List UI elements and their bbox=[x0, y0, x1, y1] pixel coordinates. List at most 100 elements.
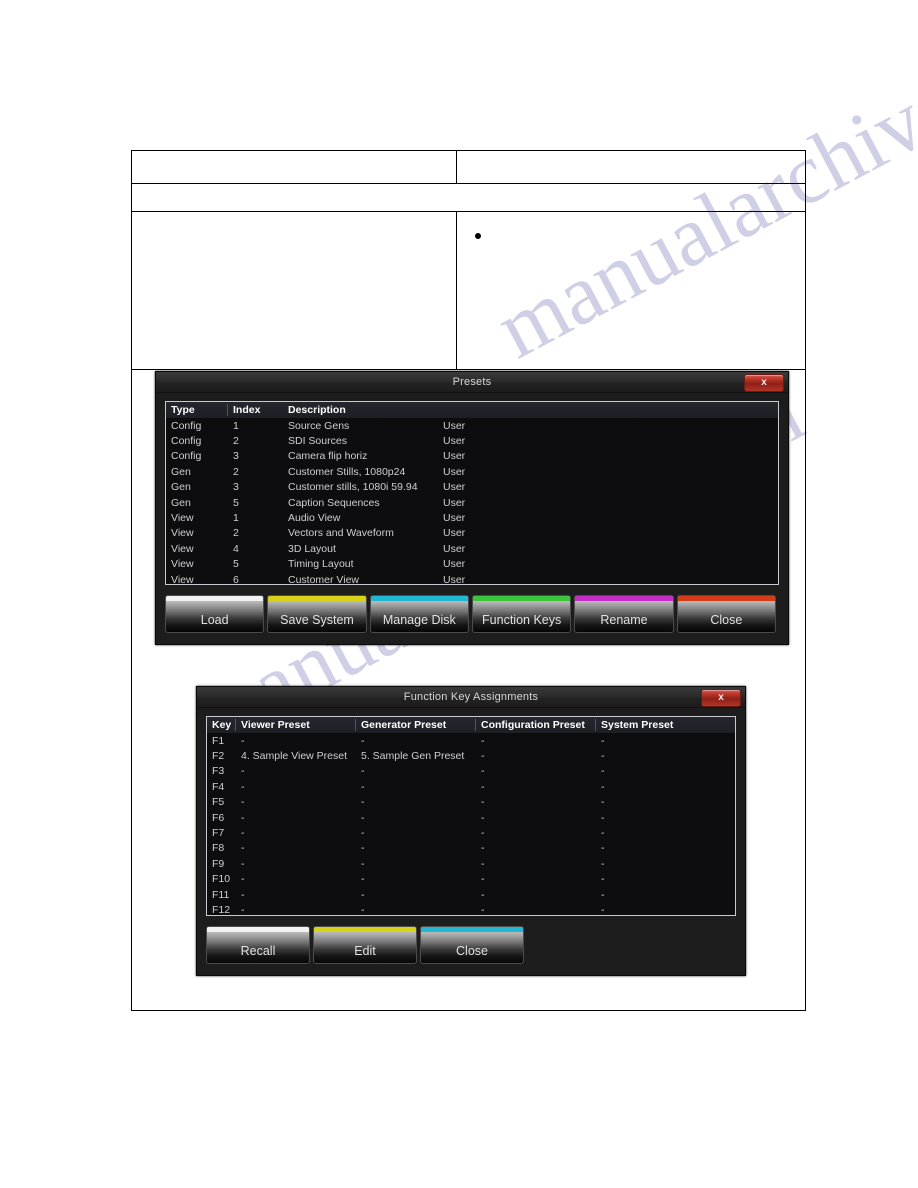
preset-list-item[interactable]: View 6 Customer View User bbox=[166, 572, 778, 585]
function-keys-list[interactable]: Key Viewer Preset Generator Preset Confi… bbox=[206, 716, 736, 916]
save-system-button[interactable]: Save System bbox=[267, 595, 367, 633]
function-key-configuration-preset: - bbox=[481, 842, 485, 855]
preset-list-item[interactable]: View 2 Vectors and Waveform User bbox=[166, 526, 778, 541]
function-key-list-item[interactable]: F8 - - - - bbox=[207, 841, 735, 856]
table-row bbox=[131, 183, 806, 212]
button-color-strip bbox=[421, 927, 523, 932]
preset-index: 2 bbox=[233, 465, 239, 478]
preset-description: Vectors and Waveform bbox=[288, 527, 394, 540]
function-keys-button[interactable]: Function Keys bbox=[471, 595, 572, 633]
close-button[interactable]: Close bbox=[420, 926, 524, 964]
preset-type: View bbox=[171, 542, 194, 555]
preset-list-item[interactable]: Gen 5 Caption Sequences User bbox=[166, 495, 778, 510]
presets-dialog-titlebar[interactable]: Presets x bbox=[156, 372, 788, 393]
function-keys-dialog-title: Function Key Assignments bbox=[403, 691, 539, 703]
preset-description: Customer stills, 1080i 59.94 bbox=[288, 481, 418, 494]
preset-index: 5 bbox=[233, 558, 239, 571]
preset-owner: User bbox=[443, 558, 466, 571]
preset-list-item[interactable]: View 4 3D Layout User bbox=[166, 541, 778, 556]
preset-description: Timing Layout bbox=[288, 558, 354, 571]
preset-description: Camera flip horiz bbox=[288, 450, 368, 463]
preset-list-item[interactable]: Config 1 Source Gens User bbox=[166, 418, 778, 433]
preset-list-item[interactable]: Gen 3 Customer stills, 1080i 59.94 User bbox=[166, 480, 778, 495]
function-key-system-preset: - bbox=[601, 734, 605, 747]
function-key-name: F8 bbox=[212, 842, 225, 855]
preset-index: 2 bbox=[233, 435, 239, 448]
button-bar-spacer bbox=[527, 926, 736, 964]
function-key-viewer-preset: - bbox=[241, 888, 245, 901]
function-key-configuration-preset: - bbox=[481, 888, 485, 901]
preset-list-item[interactable]: Config 3 Camera flip horiz User bbox=[166, 449, 778, 464]
function-key-list-item[interactable]: F1 - - - - bbox=[207, 733, 735, 748]
button-color-strip bbox=[472, 596, 571, 601]
close-icon[interactable]: x bbox=[701, 689, 741, 707]
close-button[interactable]: Close bbox=[676, 595, 776, 633]
function-key-name: F4 bbox=[212, 780, 225, 793]
button-label: Load bbox=[200, 613, 229, 627]
function-key-list-item[interactable]: F5 - - - - bbox=[207, 795, 735, 810]
function-key-generator-preset: 5. Sample Gen Preset bbox=[361, 750, 465, 763]
presets-list[interactable]: Type Index Description Config 1 Source Gen… bbox=[165, 401, 779, 585]
function-key-system-preset: - bbox=[601, 811, 605, 824]
column-header-key: Key bbox=[207, 719, 236, 731]
button-label: Close bbox=[456, 944, 488, 958]
presets-button-bar: Load Save System Manage Disk Function Keys R… bbox=[165, 585, 779, 644]
function-key-system-preset: - bbox=[601, 888, 605, 901]
function-key-system-preset: - bbox=[601, 857, 605, 870]
function-key-configuration-preset: - bbox=[481, 857, 485, 870]
function-key-viewer-preset: - bbox=[241, 842, 245, 855]
function-key-configuration-preset: - bbox=[481, 873, 485, 886]
function-key-list-item[interactable]: F2 4. Sample View Preset 5. Sample Gen Pre… bbox=[207, 748, 735, 763]
function-key-generator-preset: - bbox=[361, 857, 365, 870]
preset-type: Gen bbox=[171, 496, 191, 509]
close-icon[interactable]: x bbox=[744, 374, 784, 392]
preset-list-item[interactable]: Config 2 SDI Sources User bbox=[166, 433, 778, 448]
function-key-list-item[interactable]: F7 - - - - bbox=[207, 825, 735, 840]
edit-button[interactable]: Edit bbox=[313, 926, 417, 964]
preset-index: 2 bbox=[233, 527, 239, 540]
preset-index: 6 bbox=[233, 573, 239, 585]
preset-index: 1 bbox=[233, 419, 239, 432]
bullet-list bbox=[457, 212, 805, 244]
presets-dialog: Presets x Type Index Description Config 1… bbox=[155, 371, 789, 645]
column-header-generator-preset: Generator Preset bbox=[356, 719, 476, 731]
function-key-list-item[interactable]: F11- - - - bbox=[207, 887, 735, 902]
button-label: Rename bbox=[600, 613, 648, 627]
function-key-configuration-preset: - bbox=[481, 811, 485, 824]
preset-owner: User bbox=[443, 542, 466, 555]
function-key-list-item[interactable]: F3 - - - - bbox=[207, 764, 735, 779]
function-key-list-item[interactable]: F4 - - - - bbox=[207, 779, 735, 794]
preset-list-item[interactable]: View 5 Timing Layout User bbox=[166, 557, 778, 572]
function-keys-rows-container: F1 - - - - F2 4. Sample View Preset 5. Sample G… bbox=[207, 733, 735, 916]
function-keys-dialog-titlebar[interactable]: Function Key Assignments x bbox=[197, 687, 745, 708]
function-key-list-item[interactable]: F6 - - - - bbox=[207, 810, 735, 825]
table-cell-bullet bbox=[456, 211, 806, 370]
function-key-configuration-preset: - bbox=[481, 796, 485, 809]
function-key-generator-preset: - bbox=[361, 796, 365, 809]
function-key-system-preset: - bbox=[601, 903, 605, 916]
preset-type: View bbox=[171, 558, 194, 571]
column-header-viewer-preset: Viewer Preset bbox=[236, 719, 356, 731]
function-key-list-item[interactable]: F10- - - - bbox=[207, 872, 735, 887]
button-color-strip bbox=[207, 927, 309, 932]
function-key-name: F10 bbox=[212, 873, 231, 886]
button-label: Close bbox=[710, 613, 743, 627]
rename-button[interactable]: Rename bbox=[574, 595, 674, 633]
preset-list-item[interactable]: View 1 Audio View User bbox=[166, 510, 778, 525]
presets-dialog-body: Type Index Description Config 1 Source Gen… bbox=[156, 393, 788, 644]
function-key-configuration-preset: - bbox=[481, 750, 485, 763]
table-cell-full-width bbox=[131, 183, 806, 212]
function-key-viewer-preset: - bbox=[241, 734, 245, 747]
function-key-name: F2 bbox=[212, 750, 225, 763]
function-key-system-preset: - bbox=[601, 780, 605, 793]
table-row bbox=[130, 150, 806, 184]
preset-list-item[interactable]: Gen 2 Customer Stills, 1080p24 User bbox=[166, 464, 778, 479]
function-key-list-item[interactable]: F12- - - - bbox=[207, 902, 735, 916]
function-key-list-item[interactable]: F9 - - - - bbox=[207, 856, 735, 871]
function-key-generator-preset: - bbox=[361, 873, 365, 886]
load-button[interactable]: Load bbox=[165, 595, 265, 633]
button-color-strip bbox=[575, 596, 673, 601]
manage-disk-button[interactable]: Manage Disk bbox=[369, 595, 469, 633]
recall-button[interactable]: Recall bbox=[206, 926, 310, 964]
preset-type: Config bbox=[171, 419, 202, 432]
